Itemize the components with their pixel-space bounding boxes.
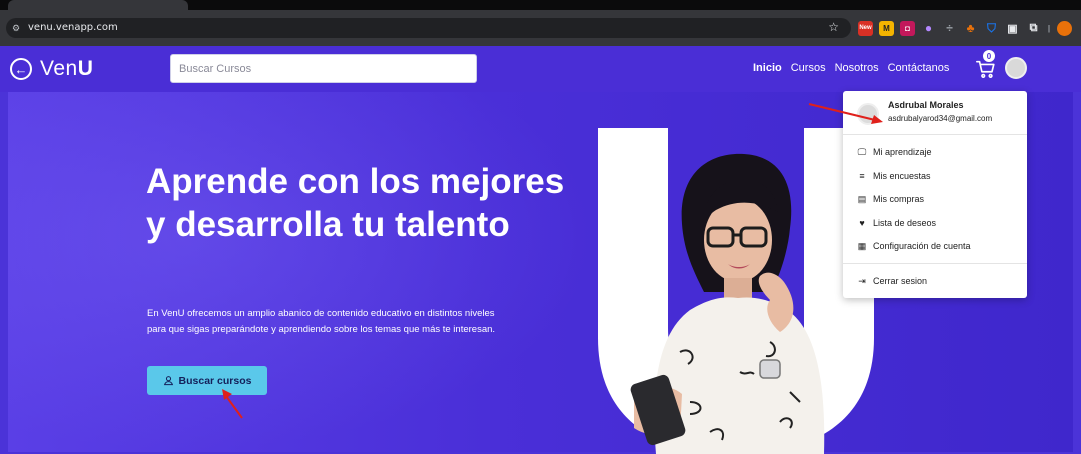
hero-background-overlay xyxy=(8,92,598,452)
search-courses-label: Buscar cursos xyxy=(178,374,252,387)
tag-extension-icon[interactable]: M xyxy=(879,20,894,36)
divider-extension-icon[interactable]: ÷ xyxy=(942,21,957,36)
url-text[interactable]: venu.venapp.com xyxy=(28,22,118,33)
dropdown-user-header[interactable]: Asdrubal Morales asdrubalyarod34@gmail.c… xyxy=(843,91,1027,135)
user-avatar-button[interactable] xyxy=(1005,57,1027,79)
menu-item-label: Configuración de cuenta xyxy=(873,241,971,251)
user-dropdown-menu: Asdrubal Morales asdrubalyarod34@gmail.c… xyxy=(843,91,1027,298)
new-extension-icon[interactable]: New xyxy=(858,20,873,36)
list-icon: ≡ xyxy=(859,171,865,181)
pocket-extension-icon[interactable]: ◘ xyxy=(900,20,915,36)
logo-text: VenU xyxy=(40,57,94,80)
monitor-icon: 🖵 xyxy=(857,146,867,157)
hero-description: En VenU ofrecemos un amplio abanico de c… xyxy=(147,308,496,335)
screenshot-extension-icon[interactable]: ▣ xyxy=(1005,21,1020,36)
menu-item-lista-de-deseos[interactable]: ♥ Lista de deseos xyxy=(857,216,936,230)
back-arrow-logo-icon: ← xyxy=(10,58,32,80)
shield-extension-icon[interactable]: ⛉ xyxy=(984,21,999,36)
receipt-icon: ▤ xyxy=(857,193,867,204)
heart-icon: ♥ xyxy=(859,218,865,228)
user-icon xyxy=(163,376,173,386)
hero-title: Aprende con los mejores y desarrolla tu … xyxy=(146,162,565,244)
menu-item-label: Mis compras xyxy=(873,194,925,204)
nav-link-contactanos[interactable]: Contáctanos xyxy=(888,62,950,74)
settings-icon: ▦ xyxy=(857,240,867,251)
extensions-area: New M ◘ ● ÷ ♣ ⛉ ▣ ⧉ | xyxy=(858,19,1072,37)
toolbar-divider: | xyxy=(1047,23,1051,33)
browser-tab-strip xyxy=(0,0,1081,10)
nav-link-cursos[interactable]: Cursos xyxy=(791,62,826,74)
course-search-input[interactable] xyxy=(171,55,476,82)
menu-item-mis-encuestas[interactable]: ≡ Mis encuestas xyxy=(857,169,931,183)
profile-icon[interactable] xyxy=(1057,20,1072,36)
menu-item-label: Mi aprendizaje xyxy=(873,147,932,157)
logout-label: Cerrar sesion xyxy=(873,276,928,286)
menu-item-mis-compras[interactable]: ▤ Mis compras xyxy=(857,192,924,206)
dropdown-divider xyxy=(843,263,1027,264)
main-nav: Inicio Cursos Nosotros Contáctanos xyxy=(753,62,949,74)
menu-item-configuracion-de-cuenta[interactable]: ▦ Configuración de cuenta xyxy=(857,239,971,253)
menu-item-label: Lista de deseos xyxy=(873,218,937,228)
bookmark-star-icon[interactable]: ☆ xyxy=(828,20,839,34)
bubble-extension-icon[interactable]: ● xyxy=(921,21,936,36)
nav-link-inicio[interactable]: Inicio xyxy=(753,62,782,74)
paint-extension-icon[interactable]: ♣ xyxy=(963,21,978,36)
extensions-puzzle-icon[interactable]: ⧉ xyxy=(1026,21,1041,36)
browser-tab[interactable] xyxy=(8,0,188,10)
menu-item-label: Mis encuestas xyxy=(873,171,931,181)
course-search[interactable] xyxy=(170,54,477,83)
browser-toolbar: ⚙ venu.venapp.com ☆ New M ◘ ● ÷ ♣ ⛉ ▣ ⧉ … xyxy=(0,10,1081,46)
logout-icon: ⇥ xyxy=(858,275,866,286)
dropdown-avatar xyxy=(857,103,879,125)
menu-item-cerrar-sesion[interactable]: ⇥ Cerrar sesion xyxy=(857,274,927,288)
cart-count-badge: 0 xyxy=(983,50,995,62)
user-name: Asdrubal Morales xyxy=(888,100,964,110)
site-navbar: ← VenU Inicio Cursos Nosotros Contáctano… xyxy=(0,46,1081,92)
venu-site: ← VenU Inicio Cursos Nosotros Contáctano… xyxy=(0,46,1081,454)
address-bar[interactable]: ⚙ venu.venapp.com ☆ xyxy=(6,18,851,38)
menu-item-mi-aprendizaje[interactable]: 🖵 Mi aprendizaje xyxy=(857,145,932,159)
hero-person-image xyxy=(630,153,825,454)
nav-link-nosotros[interactable]: Nosotros xyxy=(835,62,879,74)
venu-logo[interactable]: ← VenU xyxy=(10,57,93,81)
user-email: asdrubalyarod34@gmail.com xyxy=(888,114,993,123)
search-courses-button[interactable]: Buscar cursos xyxy=(147,366,267,395)
site-settings-icon[interactable]: ⚙ xyxy=(12,22,24,34)
